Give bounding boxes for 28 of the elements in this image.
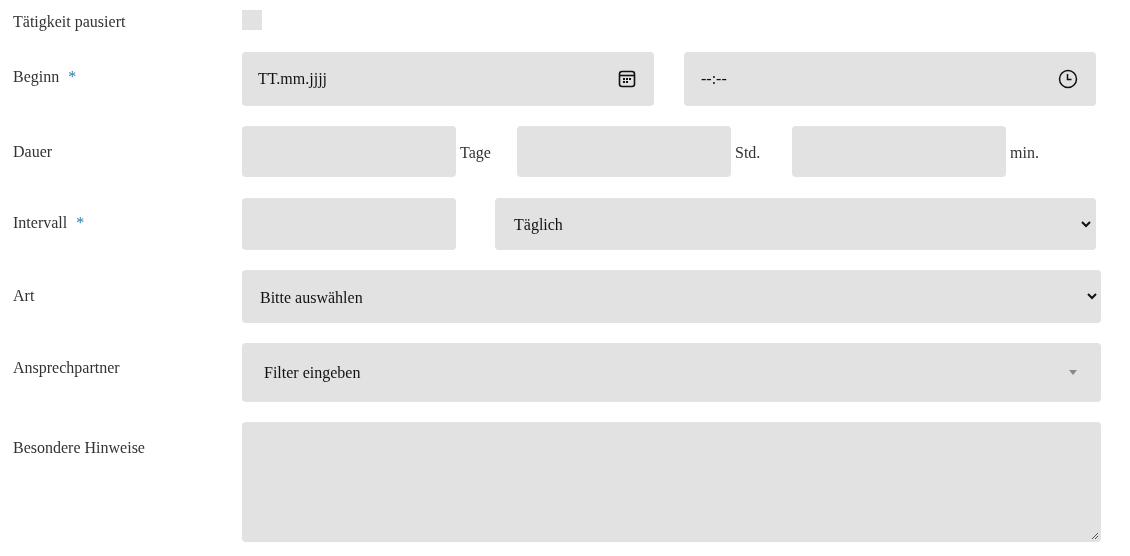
field-label: Ansprechpartner	[13, 358, 120, 379]
calendar-icon[interactable]	[618, 70, 636, 88]
combobox-field[interactable]: Filter eingeben	[242, 343, 1101, 402]
number-field[interactable]	[242, 198, 456, 250]
field-label: Dauer	[13, 142, 53, 162]
select-dropdown[interactable]: Täglich	[495, 198, 1096, 250]
chevron-down-icon[interactable]	[1081, 220, 1091, 228]
resize-handle-icon[interactable]	[1091, 532, 1099, 540]
clock-icon[interactable]	[1058, 69, 1078, 89]
date-field[interactable]: TT.mm.jjjj	[242, 52, 654, 106]
field-label: Intervall	[13, 213, 68, 233]
unit-label: Std.	[735, 142, 762, 163]
field-label: Beginn	[13, 67, 60, 88]
number-field[interactable]	[517, 126, 731, 177]
checkbox[interactable]	[242, 10, 262, 30]
field-label: Art	[13, 286, 35, 306]
dropdown-arrow-icon[interactable]	[1069, 370, 1077, 375]
chevron-down-icon[interactable]	[1087, 293, 1097, 300]
unit-label: Tage	[460, 142, 492, 164]
required-mark: *	[76, 213, 85, 233]
unit-label: min.	[1010, 142, 1040, 163]
field-label: Besondere Hinweise	[13, 438, 145, 458]
field-label: Tätigkeit pausiert	[13, 12, 126, 33]
select-dropdown[interactable]: Bitte auswählen	[242, 270, 1101, 323]
time-field[interactable]: --:--	[684, 52, 1096, 106]
required-mark: *	[68, 67, 77, 87]
number-field[interactable]	[242, 126, 456, 177]
number-field[interactable]	[792, 126, 1006, 177]
